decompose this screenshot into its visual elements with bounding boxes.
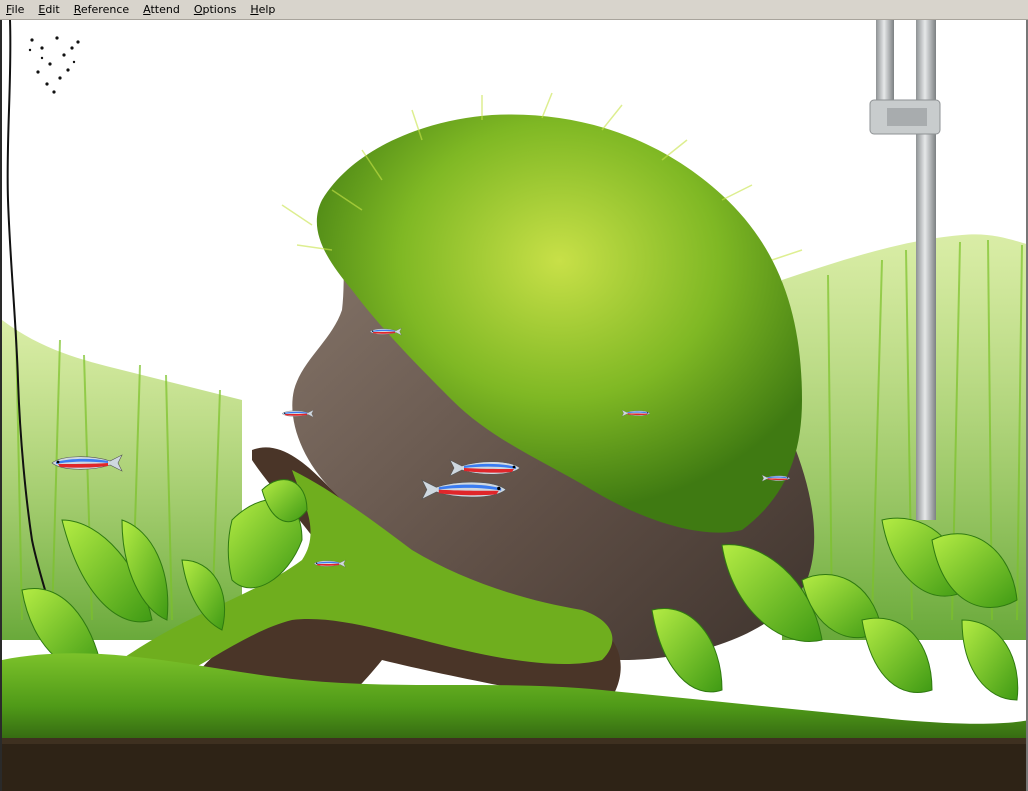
aquarium-scene	[2, 20, 1026, 791]
menu-reference[interactable]: Reference	[68, 3, 137, 16]
menu-options[interactable]: Options	[188, 3, 244, 16]
menu-file[interactable]: File	[0, 3, 32, 16]
air-bubbles	[28, 36, 80, 94]
aquarium-tank[interactable]	[0, 20, 1028, 791]
substrate	[2, 738, 1026, 791]
menu-edit[interactable]: Edit	[32, 3, 67, 16]
menu-help[interactable]: Help	[244, 3, 283, 16]
menu-attend[interactable]: Attend	[137, 3, 188, 16]
menu-bar: File Edit Reference Attend Options Help	[0, 0, 1028, 20]
